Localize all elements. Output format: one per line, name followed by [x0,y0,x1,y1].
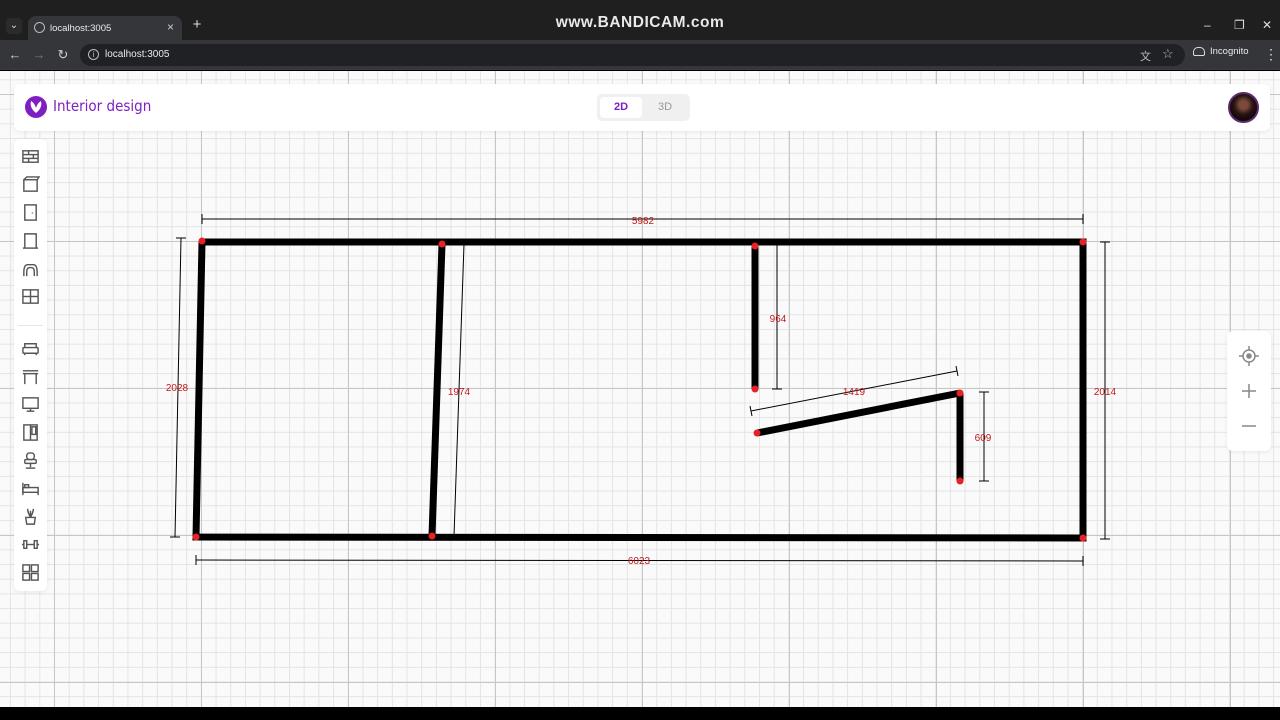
arch-icon[interactable] [21,259,40,278]
doorway-icon[interactable] [21,231,40,250]
tv-icon[interactable] [21,395,40,414]
minimize-icon[interactable]: – [1204,18,1211,32]
design-canvas[interactable]: 5982 6023 2028 2014 1974 964 1419 609 In… [0,71,1280,707]
wall-node[interactable] [751,242,759,250]
wall-node[interactable] [198,237,206,245]
back-arrow-icon[interactable]: ← [7,47,23,62]
partition-wall[interactable] [428,243,446,537]
wall-node[interactable] [956,477,964,485]
wardrobe-icon[interactable] [21,423,40,442]
right-toolbar [1227,331,1271,451]
bed-icon[interactable] [21,479,40,498]
sofa-icon[interactable] [21,339,40,358]
view-mode-toggle: 2D 3D [597,94,690,121]
wall-node[interactable] [438,240,446,248]
app-header: Interior design 2D 3D [14,84,1270,131]
plant-icon[interactable] [21,507,40,526]
wall-node[interactable] [1079,534,1087,542]
incognito-indicator[interactable]: Incognito [1193,46,1249,57]
close-window-icon[interactable]: ✕ [1262,18,1272,32]
view-3d-button[interactable]: 3D [644,97,686,118]
dimension-label-slanted: 1419 [843,387,866,398]
dimension-label-stub: 609 [975,433,992,444]
translate-icon[interactable]: 文 [1140,48,1151,64]
wall-node[interactable] [192,533,200,541]
locate-icon[interactable] [1238,345,1260,367]
address-bar[interactable]: i localhost:3005 文 ☆ [80,44,1185,66]
screen-bottom-bar [0,707,1280,720]
wall-node[interactable] [751,385,759,393]
dimension-label-top: 5982 [632,216,655,227]
app-title: Interior design [53,97,152,115]
logo-icon [25,96,47,118]
recording-watermark: www.BANDICAM.com [555,14,725,31]
window-icon[interactable] [21,287,40,306]
zoom-out-icon[interactable] [1238,415,1260,437]
view-2d-button[interactable]: 2D [600,97,642,118]
user-avatar[interactable] [1228,92,1259,123]
wall-node[interactable] [1079,238,1087,246]
dimension-label-partition: 1974 [448,387,471,398]
grid-apps-icon[interactable] [21,563,40,582]
restore-icon[interactable]: ❐ [1234,18,1245,32]
left-toolbar [14,139,47,591]
zoom-in-icon[interactable] [1238,380,1260,402]
url-text: localhost:3005 [105,49,170,60]
outer-wall[interactable] [192,238,1087,542]
browser-tabstrip: ⌄ localhost:3005 × + www.BANDICAM.com – … [0,0,1280,40]
dimension-label-left: 2028 [166,383,189,394]
incognito-icon [1193,47,1205,56]
wall-node[interactable] [956,389,964,397]
site-info-icon[interactable]: i [88,49,99,60]
browser-menu-icon[interactable]: ⋮ [1264,46,1278,63]
table-icon[interactable] [21,367,40,386]
incognito-label: Incognito [1210,46,1249,57]
reload-icon[interactable]: ↻ [55,47,71,63]
wall-node[interactable] [753,429,761,437]
toolbar-divider [18,325,43,326]
room-icon[interactable] [21,175,41,194]
chair-icon[interactable] [21,451,40,470]
wall-icon[interactable] [21,147,40,166]
dumbbell-icon[interactable] [21,535,40,554]
browser-toolbar: ← → ↻ i localhost:3005 文 ☆ Incognito ⋮ [0,40,1280,70]
slanted-wall[interactable] [756,389,961,437]
door-icon[interactable] [21,203,40,222]
dimension-label-short-wall: 964 [770,314,787,325]
bookmark-star-icon[interactable]: ☆ [1162,46,1174,62]
forward-arrow-icon[interactable]: → [31,47,47,62]
wall-node[interactable] [428,532,436,540]
dimension-label-bottom: 6023 [628,556,651,567]
dimension-label-right: 2014 [1094,387,1117,398]
floor-plan[interactable]: 5982 6023 2028 2014 1974 964 1419 609 [0,71,1280,707]
